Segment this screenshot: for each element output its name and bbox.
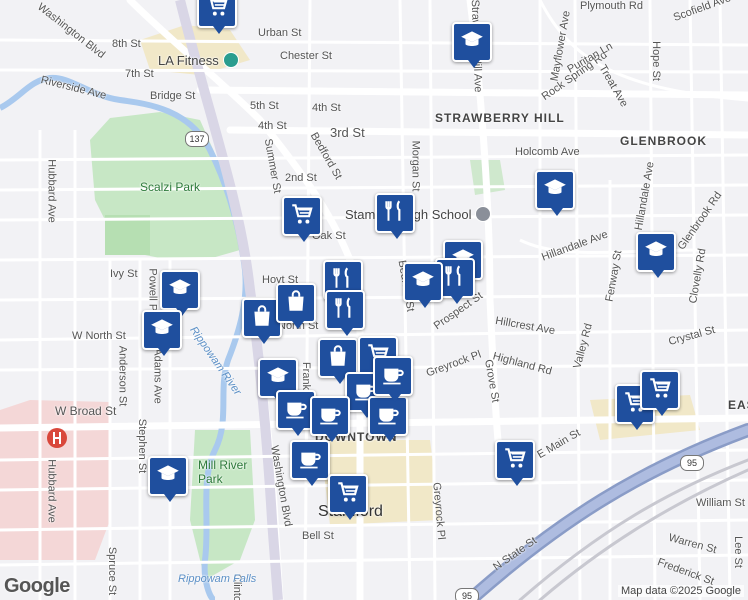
map-canvas[interactable]: Washington Blvd Urban St 8th St 7th St C… <box>0 0 748 600</box>
shopping-cart-icon <box>502 445 528 476</box>
coffee-icon <box>317 401 343 432</box>
street-label: Hubbard Ave <box>45 159 58 223</box>
coffee-icon <box>380 361 406 392</box>
school-icon <box>265 363 291 394</box>
highway-shield-95: 95 <box>455 588 479 600</box>
school-icon <box>149 315 175 346</box>
school-icon <box>475 206 492 222</box>
street-label: Plymouth Rd <box>580 0 643 12</box>
shopping-cart-icon <box>647 375 673 406</box>
street-label: Holcomb Ave <box>515 146 580 158</box>
school-icon <box>459 27 485 58</box>
restaurant-icon <box>442 263 468 294</box>
school-icon <box>643 237 669 268</box>
shopping-bag-icon <box>325 343 351 374</box>
coffee-marker[interactable] <box>368 396 408 442</box>
shopping-cart-icon <box>204 0 230 24</box>
highway-shield-137: 137 <box>185 131 209 147</box>
street-label: Hope St <box>649 41 662 81</box>
street-label: Adams Ave <box>151 348 164 404</box>
park-label: Scalzi Park <box>140 180 201 194</box>
shopping-bag-icon <box>249 303 275 334</box>
street-label: Chester St <box>280 50 332 62</box>
street-label: Lee St <box>731 536 744 568</box>
shopping-bag-marker[interactable] <box>276 283 316 329</box>
shopping-cart-marker[interactable] <box>282 196 322 242</box>
school-marker[interactable] <box>535 170 575 216</box>
park-label: Mill River Park <box>198 458 248 486</box>
map-attribution[interactable]: Map data ©2025 Google <box>617 585 744 597</box>
school-icon <box>410 267 436 298</box>
street-label: 4th St <box>312 102 341 114</box>
shopping-cart-marker[interactable] <box>640 370 680 416</box>
restaurant-icon <box>382 198 408 229</box>
area-label: STRAWBERRY HILL <box>435 111 565 125</box>
coffee-icon <box>375 401 401 432</box>
river-label: Rippowam Falls <box>178 573 257 585</box>
school-marker[interactable] <box>452 22 492 68</box>
shopping-cart-icon <box>289 201 315 232</box>
area-label: GLENBROOK <box>620 134 707 148</box>
school-icon <box>155 461 181 492</box>
fitness-icon <box>222 52 239 68</box>
school-icon <box>542 175 568 206</box>
google-logo: Google <box>4 575 70 597</box>
coffee-marker[interactable] <box>310 396 350 442</box>
street-label: Urban St <box>258 27 302 39</box>
restaurant-marker[interactable] <box>325 290 365 336</box>
street-label: 4th St <box>258 120 287 132</box>
coffee-icon <box>283 395 309 426</box>
street-label: Powell Pl <box>146 268 159 314</box>
street-label: Anderson St <box>116 345 129 407</box>
school-marker[interactable] <box>160 270 200 316</box>
street-label: Spruce St <box>106 546 119 596</box>
shopping-cart-marker[interactable] <box>495 440 535 486</box>
street-label: Hubbard Ave <box>45 459 58 523</box>
school-icon <box>167 275 193 306</box>
place-label: LA Fitness <box>158 52 219 68</box>
street-label: Ivy St <box>110 268 138 280</box>
restaurant-icon <box>332 295 358 326</box>
place-la-fitness[interactable]: LA Fitness <box>158 52 239 68</box>
street-label: 2nd St <box>285 172 317 184</box>
coffee-marker[interactable] <box>290 440 330 486</box>
highway-shield-95: 95 <box>680 455 704 471</box>
street-label: 5th St <box>250 100 279 112</box>
school-marker[interactable] <box>142 310 182 356</box>
shopping-bag-icon <box>283 288 309 319</box>
street-label: Morgan St <box>409 140 422 192</box>
coffee-marker[interactable] <box>373 356 413 402</box>
street-label: W Broad St <box>55 404 117 418</box>
street-label: Stephen St <box>136 418 149 474</box>
street-label: 3rd St <box>330 125 365 140</box>
street-label: 8th St <box>112 38 141 50</box>
street-label: William St <box>696 497 745 509</box>
shopping-cart-marker[interactable] <box>328 474 368 520</box>
street-label: W North St <box>72 330 126 342</box>
restaurant-marker[interactable] <box>375 193 415 239</box>
area-label: EAS <box>728 398 748 412</box>
street-label: Bell St <box>302 530 334 542</box>
shopping-cart-marker[interactable] <box>197 0 237 34</box>
street-label: Frank <box>300 361 313 391</box>
school-marker[interactable] <box>636 232 676 278</box>
street-label: 7th St <box>125 68 154 80</box>
street-label: Bridge St <box>150 90 196 102</box>
school-marker[interactable] <box>403 262 443 308</box>
place-stamford-high-school[interactable]: Stamford High School <box>345 206 492 222</box>
school-marker[interactable] <box>148 456 188 502</box>
coffee-icon <box>297 445 323 476</box>
shopping-cart-icon <box>335 479 361 510</box>
